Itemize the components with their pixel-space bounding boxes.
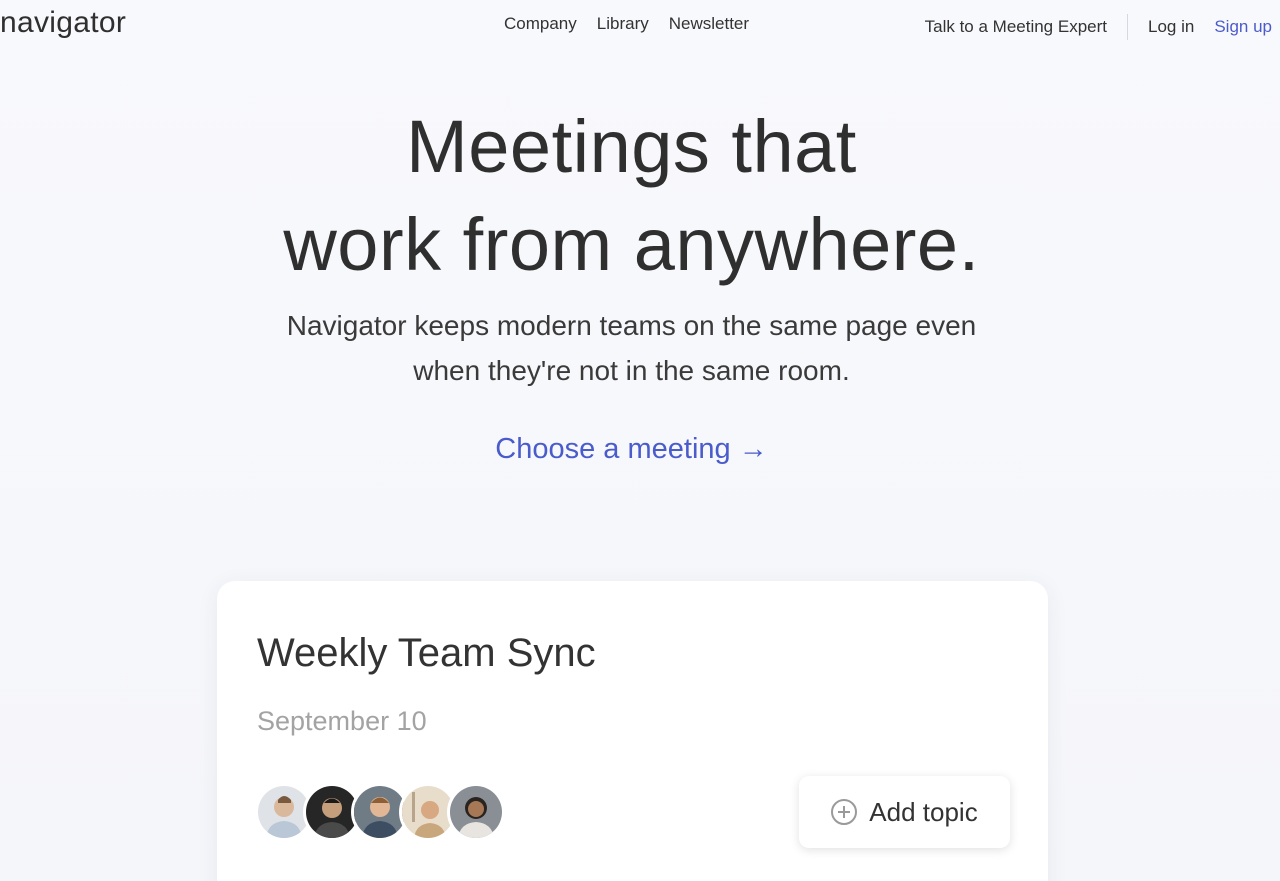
meeting-date: September 10	[257, 706, 427, 736]
hero-subtitle: Navigator keeps modern teams on the same…	[0, 303, 1263, 393]
signup-link[interactable]: Sign up	[1214, 17, 1272, 37]
add-topic-button[interactable]: Add topic	[799, 776, 1010, 848]
avatar[interactable]	[447, 783, 505, 841]
hero-title-line-1: Meetings that	[406, 105, 857, 188]
choose-meeting-link[interactable]: Choose a meeting →	[0, 433, 1263, 466]
main-nav: Company Library Newsletter	[504, 14, 749, 34]
talk-to-expert-link[interactable]: Talk to a Meeting Expert	[925, 17, 1107, 37]
hero-title: Meetings that work from anywhere.	[0, 98, 1263, 294]
login-link[interactable]: Log in	[1148, 17, 1194, 37]
meeting-title: Weekly Team Sync	[257, 631, 596, 675]
nav-library[interactable]: Library	[597, 14, 649, 34]
account-nav: Talk to a Meeting Expert Log in Sign up	[925, 14, 1272, 40]
person-5-icon	[450, 786, 502, 838]
nav-divider	[1127, 14, 1128, 40]
nav-newsletter[interactable]: Newsletter	[669, 14, 749, 34]
nav-company[interactable]: Company	[504, 14, 577, 34]
plus-circle-icon	[831, 799, 858, 825]
logo[interactable]: navigator	[0, 6, 126, 40]
hero-title-line-2: work from anywhere.	[283, 203, 980, 286]
hero-subtitle-line-2: when they're not in the same room.	[413, 355, 850, 386]
add-topic-label: Add topic	[869, 796, 978, 827]
attendee-avatars	[255, 783, 505, 841]
landing-page: navigator Company Library Newsletter Tal…	[0, 0, 1280, 881]
meeting-card: Weekly Team Sync September 10 Add topic	[217, 581, 1048, 881]
hero-subtitle-line-1: Navigator keeps modern teams on the same…	[286, 310, 977, 341]
